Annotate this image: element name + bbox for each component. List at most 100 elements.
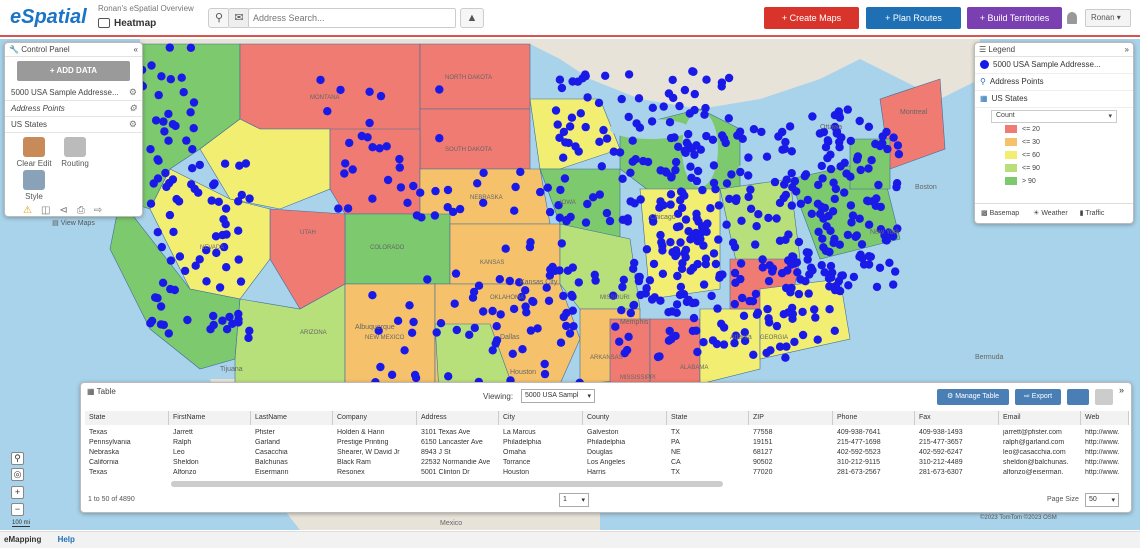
address-point[interactable] <box>393 316 403 325</box>
address-point[interactable] <box>578 74 587 83</box>
create-maps-button[interactable]: + Create Maps <box>764 7 859 29</box>
address-point[interactable] <box>236 277 246 286</box>
address-point[interactable] <box>803 195 812 205</box>
address-point[interactable] <box>752 222 761 231</box>
address-point[interactable] <box>751 240 760 249</box>
address-point[interactable] <box>790 337 799 347</box>
address-point[interactable] <box>624 332 633 341</box>
address-point[interactable] <box>409 181 418 191</box>
address-point[interactable] <box>629 300 639 310</box>
address-point[interactable] <box>560 174 570 183</box>
address-point[interactable] <box>443 185 453 195</box>
address-point[interactable] <box>237 190 246 200</box>
address-point[interactable] <box>501 244 510 253</box>
address-point[interactable] <box>762 152 772 161</box>
address-point[interactable] <box>656 166 665 175</box>
address-point[interactable] <box>691 298 700 307</box>
settings-icon[interactable] <box>1095 389 1113 405</box>
address-point[interactable] <box>779 310 788 319</box>
address-point[interactable] <box>376 91 386 101</box>
collapse-icon[interactable]: » <box>1125 45 1129 54</box>
address-point[interactable] <box>555 133 564 142</box>
address-point[interactable] <box>357 131 366 141</box>
table-cell[interactable]: Pfister <box>255 429 331 438</box>
address-point[interactable] <box>864 220 874 229</box>
address-point[interactable] <box>244 333 253 343</box>
legend-layer-points[interactable]: ⚲ Address Points <box>975 74 1133 91</box>
layer-row-addresses[interactable]: 5000 USA Sample Addresse... ⚙ <box>5 85 142 101</box>
table-cell[interactable]: Ralph <box>173 439 249 448</box>
address-point[interactable] <box>634 276 644 286</box>
address-point[interactable] <box>403 198 412 207</box>
address-point[interactable] <box>323 107 332 116</box>
address-point[interactable] <box>316 75 325 85</box>
address-point[interactable] <box>764 276 774 286</box>
address-point[interactable] <box>718 270 727 279</box>
address-point[interactable] <box>804 249 813 258</box>
address-point[interactable] <box>409 317 418 327</box>
address-point[interactable] <box>147 61 156 70</box>
address-point[interactable] <box>180 266 190 276</box>
address-point[interactable] <box>164 109 173 119</box>
address-point[interactable] <box>562 321 571 331</box>
address-point[interactable] <box>207 196 216 205</box>
address-point[interactable] <box>828 268 837 277</box>
address-point[interactable] <box>156 302 166 311</box>
address-point[interactable] <box>785 122 795 131</box>
column-header[interactable]: Phone <box>833 411 915 425</box>
user-menu[interactable]: Ronan ▾ <box>1085 9 1131 27</box>
address-point[interactable] <box>177 73 186 82</box>
address-point[interactable] <box>844 281 853 290</box>
address-point[interactable] <box>675 101 684 111</box>
address-point[interactable] <box>699 280 709 289</box>
address-point[interactable] <box>221 220 230 229</box>
add-data-button[interactable]: + ADD DATA <box>17 61 130 81</box>
column-header[interactable]: ZIP <box>749 411 833 425</box>
address-point[interactable] <box>574 278 583 287</box>
routing-tool[interactable]: Routing <box>56 135 94 168</box>
table-cell[interactable]: Galveston <box>587 429 665 438</box>
address-point[interactable] <box>222 263 231 272</box>
address-point[interactable] <box>602 134 612 143</box>
build-territories-button[interactable]: + Build Territories <box>967 7 1062 29</box>
address-point[interactable] <box>711 259 721 269</box>
table-cell[interactable]: Texas <box>89 469 167 478</box>
address-point[interactable] <box>649 259 659 269</box>
address-point[interactable] <box>343 204 353 213</box>
address-point[interactable] <box>757 127 766 137</box>
address-point[interactable] <box>206 325 215 334</box>
column-header[interactable]: Web <box>1081 411 1129 425</box>
address-point[interactable] <box>156 320 166 329</box>
address-point[interactable] <box>639 156 648 166</box>
address-point[interactable] <box>452 325 461 335</box>
address-point[interactable] <box>763 304 772 314</box>
plan-routes-button[interactable]: + Plan Routes <box>866 7 961 29</box>
address-point[interactable] <box>470 323 479 333</box>
address-point[interactable] <box>736 167 745 177</box>
address-point[interactable] <box>559 312 568 322</box>
horizontal-scrollbar[interactable] <box>171 481 723 487</box>
address-point[interactable] <box>894 150 904 159</box>
address-point[interactable] <box>545 207 555 217</box>
table-cell[interactable]: Holden & Hann <box>337 429 415 438</box>
address-point[interactable] <box>400 346 409 355</box>
address-point[interactable] <box>680 191 689 200</box>
zoom-out-button[interactable]: − <box>11 503 24 516</box>
table-cell[interactable]: 5001 Clinton Dr <box>421 469 497 478</box>
layer-row-states[interactable]: US States ⚙ <box>5 117 142 133</box>
address-point[interactable] <box>717 82 726 91</box>
address-point[interactable] <box>565 329 575 338</box>
table-cell[interactable]: PA <box>671 439 747 448</box>
address-point[interactable] <box>171 121 180 131</box>
table-cell[interactable]: 215-477-1698 <box>837 439 913 448</box>
table-cell[interactable]: Prestige Printing <box>337 439 415 448</box>
address-point[interactable] <box>666 200 675 209</box>
address-point[interactable] <box>752 310 762 319</box>
address-point[interactable] <box>174 197 184 206</box>
address-point[interactable] <box>345 138 354 148</box>
address-point[interactable] <box>153 228 162 237</box>
manage-table-button[interactable]: ⚙ Manage Table <box>937 389 1009 405</box>
address-point[interactable] <box>671 157 681 167</box>
address-point[interactable] <box>846 172 855 181</box>
address-point[interactable] <box>866 252 875 261</box>
